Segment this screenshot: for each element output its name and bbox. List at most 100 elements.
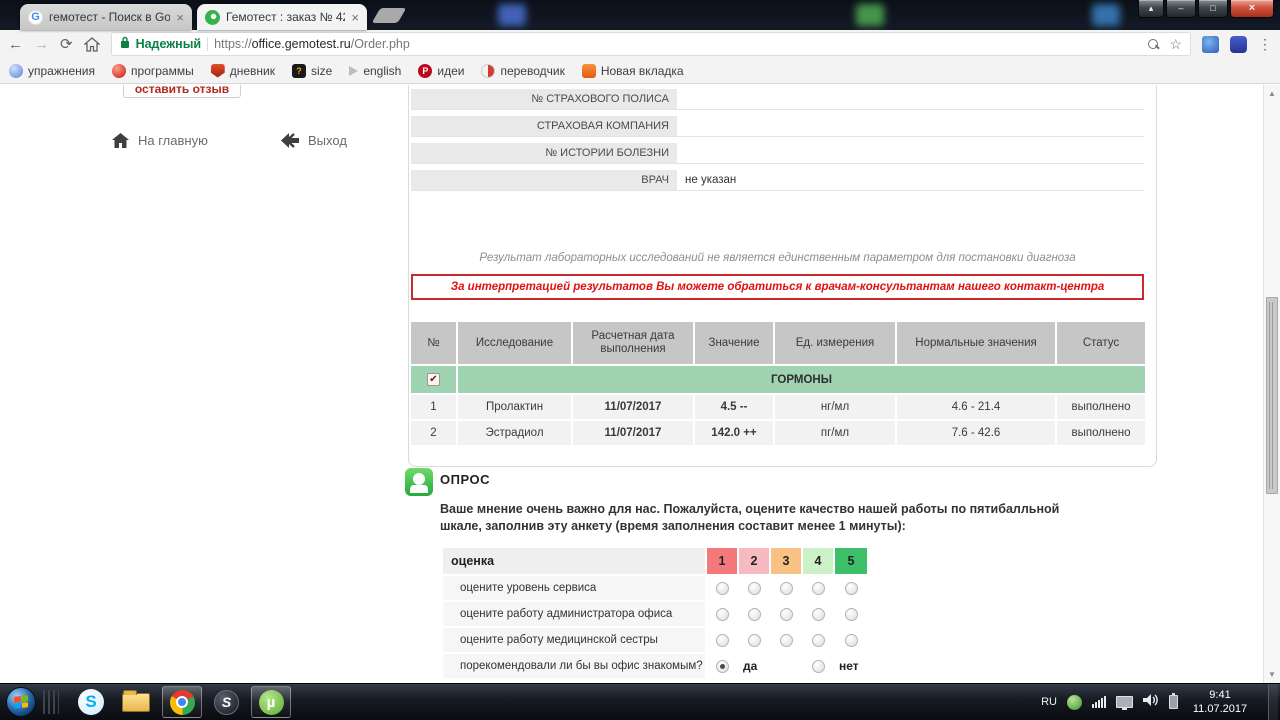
field-label: № СТРАХОВОГО ПОЛИСА [411, 89, 677, 109]
url-host: office.gemotest.ru [252, 37, 351, 51]
exercise-icon [9, 64, 23, 78]
radio-admin-2[interactable] [748, 608, 761, 621]
browser-toolbar: ← → ⟳ Надежный https://office.gemotest.r… [0, 30, 1280, 58]
bookmark-star-icon[interactable]: ☆ [1169, 36, 1182, 53]
desktop-background [0, 0, 1280, 30]
survey-chat-icon [405, 468, 433, 496]
language-indicator[interactable]: RU [1041, 696, 1057, 708]
extension-icon[interactable] [1230, 36, 1247, 53]
extension-icon[interactable] [1202, 36, 1219, 53]
radio-service-2[interactable] [748, 582, 761, 595]
desktop-icon [498, 4, 526, 26]
radio-service-5[interactable] [845, 582, 858, 595]
back-icon[interactable]: ← [8, 37, 23, 52]
bookmark-label: упражнения [28, 64, 95, 78]
bookmark-ideas[interactable]: Pидеи [418, 64, 464, 78]
radio-admin-3[interactable] [780, 608, 793, 621]
start-button[interactable] [6, 687, 36, 717]
minimize-button[interactable]: – [1166, 0, 1196, 18]
table-cell: выполнено [1057, 421, 1145, 445]
radio-admin-5[interactable] [845, 608, 858, 621]
radio-admin-1[interactable] [716, 608, 729, 621]
taskbar-clock[interactable]: 9:41 11.07.2017 [1188, 688, 1252, 716]
radio-recommend-yes[interactable] [716, 660, 729, 673]
bookmark-programs[interactable]: программы [112, 64, 194, 78]
browser-menu-icon[interactable]: ⋮ [1258, 36, 1272, 53]
gemotest-favicon [205, 10, 220, 25]
lab-disclaimer-text: Результат лабораторных исследований не я… [409, 252, 1146, 264]
table-cell: 11/07/2017 [573, 421, 693, 445]
bookmark-size[interactable]: ?size [292, 64, 332, 78]
maximize-button[interactable]: □ [1198, 0, 1228, 18]
home-icon[interactable] [84, 37, 100, 52]
speaker-icon[interactable] [1143, 693, 1159, 712]
scroll-down-icon[interactable]: ▼ [1264, 670, 1280, 679]
bookmark-exercises[interactable]: упражнения [9, 64, 95, 78]
orange-app-icon [582, 64, 596, 78]
tab-gemotest-order[interactable]: Гемотест : заказ № 426 × [197, 4, 367, 30]
address-bar[interactable]: Надежный https://office.gemotest.ru/Orde… [111, 32, 1191, 56]
utorrent-tray-icon[interactable] [1067, 695, 1082, 710]
taskbar-media-player-button[interactable]: S [214, 690, 239, 715]
table-cell: нг/мл [775, 395, 895, 419]
sphere-icon [112, 64, 126, 78]
security-label[interactable]: Надежный [136, 37, 201, 51]
tab-google-search[interactable]: G гемотест - Поиск в Goo × [20, 4, 192, 30]
bookmarks-bar: упражнения программы дневник ?size engli… [0, 58, 1280, 84]
radio-nurse-5[interactable] [845, 634, 858, 647]
taskbar-skype-button[interactable]: S [78, 689, 104, 715]
taskbar-chrome-button[interactable] [162, 686, 202, 718]
table-cell: 11/07/2017 [573, 395, 693, 419]
clock-date: 11.07.2017 [1193, 703, 1247, 715]
group-checkbox[interactable]: ✔ [427, 373, 440, 386]
form-row-policy: № СТРАХОВОГО ПОЛИСА [411, 89, 1144, 110]
logout-link-label: Выход [308, 133, 347, 148]
warning-text: За интерпретацией результатов Вы можете … [451, 281, 1105, 293]
scale-cell-5: 5 [835, 548, 867, 574]
radio-service-1[interactable] [716, 582, 729, 595]
chrome-icon [170, 690, 195, 715]
close-tab-icon[interactable]: × [351, 11, 359, 24]
desktop-icon [856, 4, 884, 26]
radio-nurse-3[interactable] [780, 634, 793, 647]
radio-service-4[interactable] [812, 582, 825, 595]
table-cell: 4.6 - 21.4 [897, 395, 1055, 419]
refresh-icon[interactable]: ⟳ [60, 37, 73, 52]
show-desktop-button[interactable] [1268, 684, 1278, 720]
leave-feedback-button[interactable]: оставить отзыв [123, 85, 241, 98]
radio-recommend-no[interactable] [812, 660, 825, 673]
table-cell: 142.0 ++ [695, 421, 773, 445]
page-scrollbar[interactable]: ▲ ▼ [1263, 85, 1280, 683]
radio-nurse-4[interactable] [812, 634, 825, 647]
taskbar-utorrent-button[interactable]: µ [251, 686, 291, 718]
column-header: Статус [1057, 322, 1145, 364]
scroll-up-icon[interactable]: ▲ [1264, 89, 1280, 98]
radio-admin-4[interactable] [812, 608, 825, 621]
bookmark-translator[interactable]: переводчик [481, 64, 564, 78]
radio-nurse-1[interactable] [716, 634, 729, 647]
zoom-icon[interactable] [1148, 39, 1159, 50]
skype-icon: S [78, 689, 104, 715]
survey-question: оцените работу администратора офиса [443, 602, 705, 626]
close-window-button[interactable]: × [1230, 0, 1274, 18]
field-value [677, 143, 1144, 163]
scrollbar-thumb[interactable] [1266, 297, 1278, 494]
taskbar-explorer-button[interactable] [122, 693, 150, 712]
radio-nurse-2[interactable] [748, 634, 761, 647]
battery-icon[interactable] [1169, 695, 1178, 709]
pin-window-button[interactable]: ▴ [1138, 0, 1164, 18]
column-header: Значение [695, 322, 773, 364]
close-tab-icon[interactable]: × [176, 11, 184, 24]
table-cell: Эстрадиол [458, 421, 571, 445]
table-cell: пг/мл [775, 421, 895, 445]
home-page-link[interactable]: На главную [112, 133, 208, 148]
display-icon[interactable] [1116, 696, 1133, 708]
radio-service-3[interactable] [780, 582, 793, 595]
bookmark-english[interactable]: english [349, 64, 401, 78]
logout-link[interactable]: Выход [281, 133, 347, 148]
bookmark-diary[interactable]: дневник [211, 64, 275, 78]
network-signal-icon[interactable] [1092, 696, 1106, 708]
forward-icon[interactable]: → [34, 37, 49, 52]
bookmark-new-tab[interactable]: Новая вкладка [582, 64, 684, 78]
maximize-icon: □ [1210, 4, 1215, 13]
